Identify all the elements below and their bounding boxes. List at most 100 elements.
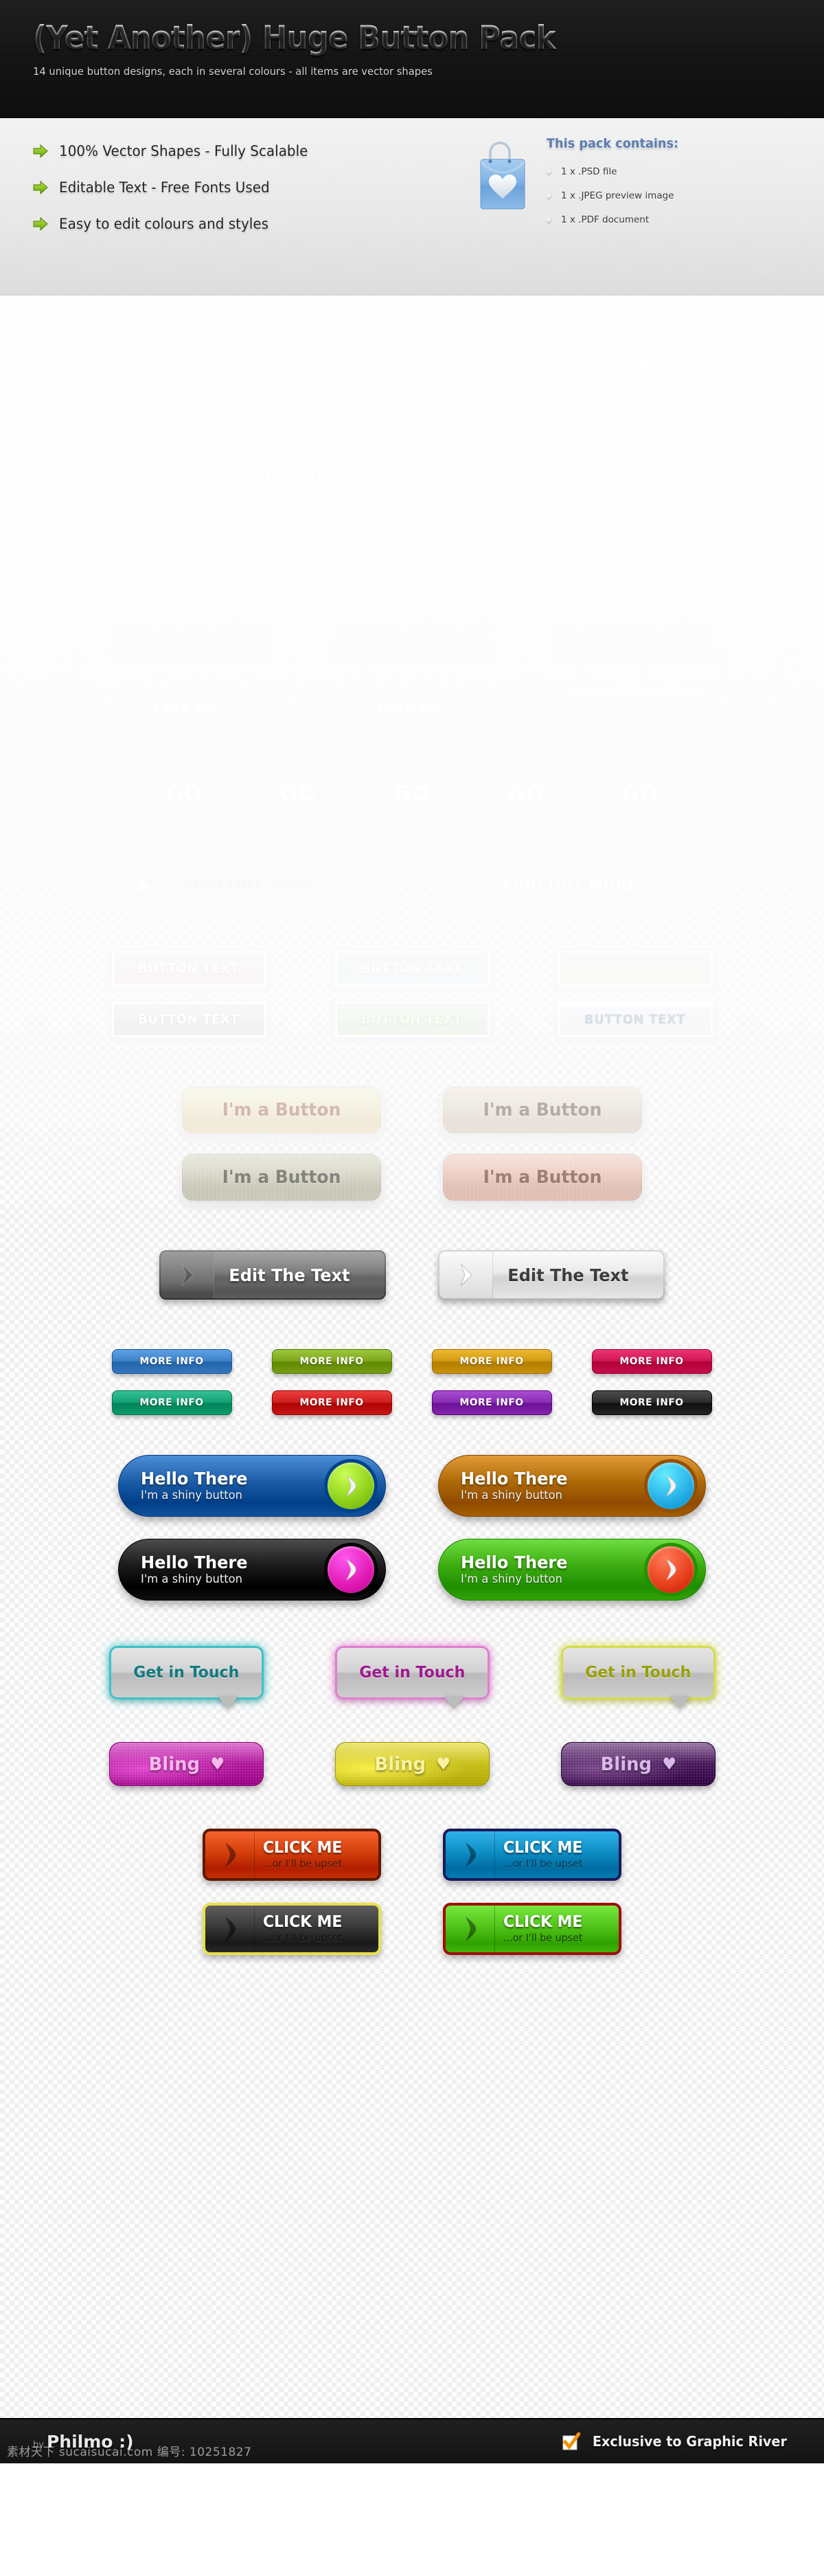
download-button-navy[interactable]: DOWNLOAD Get the latest version	[118, 444, 386, 518]
button-label: Button Text	[144, 578, 234, 595]
get-in-touch-row: Get in Touch Get in Touch Get in Touch	[0, 1646, 824, 1709]
get-in-touch-button[interactable]: Get in Touch	[108, 1646, 264, 1709]
wood-button[interactable]: I'm a Button	[0, 295, 824, 1315]
play-triangle-icon	[439, 865, 490, 906]
button-label: Edit The Text	[229, 1265, 350, 1285]
chevron-right-icon	[439, 1252, 493, 1298]
chevron-right-icon	[648, 1462, 694, 1509]
button-text-pill-row-2: Button Text Button Text Button Text	[0, 295, 824, 1315]
download-text-block: DOWNLOAD Get the latest version	[510, 351, 705, 387]
button-text-rect[interactable]: BUTTON TEXT	[0, 295, 824, 1315]
button-label: Bling	[374, 1753, 426, 1775]
download-title: DOWNLOAD	[521, 460, 672, 488]
button-label: MORE INFO	[459, 1397, 525, 1408]
green-arrow-icon	[33, 216, 48, 231]
wood-button[interactable]: I'm a Button	[0, 295, 824, 1315]
chevron-right-icon	[161, 1252, 214, 1298]
click-me-pill[interactable]: Click Me	[334, 691, 490, 727]
click-me-big-button[interactable]: CLICK ME ...or I'll be upset	[0, 295, 824, 1881]
chevron-right-icon	[446, 1906, 495, 1952]
green-arrow-icon	[33, 180, 48, 195]
edit-the-text-row: Edit The Text Edit The Text	[0, 1250, 824, 1300]
more-info-button[interactable]: MORE INFO	[0, 295, 824, 1374]
click-me-big-button[interactable]: CLICK ME ...or I'll be upset	[0, 295, 824, 1881]
bullet-icon	[547, 217, 551, 223]
download-subtitle: Get the latest version	[201, 377, 299, 388]
button-label: Click Me	[376, 701, 442, 717]
button-label: Button Text	[367, 578, 457, 595]
button-text-pill[interactable]: Button Text	[0, 295, 824, 1315]
hello-there-button[interactable]: Hello There I'm a shiny button	[438, 1455, 706, 1517]
download-text-block: DOWNLOAD Get the latest version	[190, 351, 385, 388]
click-me-title: CLICK ME	[503, 1838, 583, 1857]
button-label: GO	[507, 782, 545, 806]
wood-button[interactable]: I'm a Button	[0, 295, 824, 1315]
go-circle-button[interactable]: GO	[380, 762, 444, 826]
click-me-big-text: CLICK ME ...or I'll be upset	[255, 1914, 378, 1944]
button-label: BUTTON TEXT	[361, 961, 463, 976]
download-subtitle: Get the latest version	[521, 488, 619, 499]
pack-item-label: 1 x .JPEG preview image	[561, 190, 674, 201]
click-me-pill[interactable]: Click Me	[111, 691, 266, 727]
download-row-2: DOWNLOAD Get the latest version DOWNLOAD…	[0, 444, 824, 518]
more-info-button[interactable]: MORE INFO	[0, 295, 824, 1374]
button-label: BUTTON TEXT	[584, 1012, 686, 1027]
go-circle-button[interactable]: GO	[608, 762, 672, 826]
button-text-pill[interactable]: Button Text	[0, 295, 824, 1315]
button-label: MORE INFO	[299, 1356, 365, 1367]
hello-there-subtitle: I'm a shiny button	[461, 1489, 562, 1503]
exclusive-badge: Exclusive to Graphic River	[554, 2432, 791, 2450]
go-circle-button[interactable]: GO	[494, 762, 558, 826]
click-me-big-button[interactable]: CLICK ME ...or I'll be upset	[0, 295, 824, 1955]
more-info-button[interactable]: MORE INFO	[0, 295, 824, 1374]
button-text-rect[interactable]: BUTTON TEXT	[0, 295, 824, 1315]
button-label: MORE INFO	[619, 1397, 685, 1408]
more-info-button[interactable]: MORE INFO	[0, 295, 824, 1374]
go-circle-button[interactable]: GO	[266, 762, 330, 826]
button-text-rect[interactable]: BUTTON TEXT	[0, 295, 824, 1315]
button-text-pill[interactable]: Button Text	[0, 295, 824, 1315]
click-me-pill-row: Click Me Click Me Click Me	[0, 691, 824, 727]
hello-there-row-1: Hello There I'm a shiny button Hello The…	[0, 1455, 824, 1517]
hello-there-button[interactable]: Hello There I'm a shiny button	[438, 1539, 706, 1601]
more-info-button[interactable]: MORE INFO	[0, 295, 824, 1415]
more-info-button[interactable]: MORE INFO	[0, 295, 824, 1415]
bling-button[interactable]: Bling ♥	[108, 1742, 264, 1786]
button-text-pill[interactable]: Button Text	[0, 295, 824, 1315]
download-subtitle: Get the latest version	[201, 488, 299, 499]
click-me-big-button[interactable]: CLICK ME ...or I'll be upset	[0, 295, 824, 1955]
get-in-touch-button[interactable]: Get in Touch	[334, 1646, 490, 1709]
go-circle-button[interactable]: GO	[152, 762, 216, 826]
get-in-touch-button[interactable]: Get in Touch	[560, 1646, 716, 1709]
more-info-row-1: MORE INFO MORE INFO MORE INFO MORE INFO	[0, 295, 824, 1374]
hello-there-button[interactable]: Hello There I'm a shiny button	[118, 1539, 386, 1601]
click-me-subtitle: ...or I'll be upset	[503, 1857, 583, 1871]
more-info-button[interactable]: MORE INFO	[0, 295, 824, 1415]
download-title: DOWNLOAD	[201, 460, 352, 488]
button-text-pill[interactable]: Button Text	[0, 295, 824, 1315]
edit-the-text-light[interactable]: Edit The Text	[438, 1250, 665, 1300]
download-button-light[interactable]: DOWNLOAD Get the latest version	[118, 332, 386, 407]
bling-button[interactable]: Bling ♥	[560, 1742, 716, 1786]
find-out-more-dark[interactable]: FIND OUT MORE	[0, 295, 824, 1315]
pack-list-item: 1 x .PDF document	[547, 214, 689, 225]
button-text-pill[interactable]: Button Text	[0, 295, 824, 1315]
bling-button[interactable]: Bling ♥	[334, 1742, 490, 1786]
wood-button[interactable]: I'm a Button	[0, 295, 824, 1315]
more-info-button[interactable]: MORE INFO	[0, 295, 824, 1415]
button-label: Click Me	[153, 701, 219, 717]
find-out-more-light[interactable]: FIND OUT MORE	[0, 295, 824, 1315]
bullet-icon	[547, 193, 551, 199]
hello-there-button[interactable]: Hello There I'm a shiny button	[118, 1455, 386, 1517]
button-label: BUTTON TEXT	[138, 1012, 240, 1027]
button-text-rect[interactable]: BUTTON TEXT	[0, 295, 824, 1315]
download-button-dark[interactable]: DOWNLOAD Get the latest version	[438, 332, 706, 407]
edit-the-text-dark[interactable]: Edit The Text	[159, 1250, 386, 1300]
button-text-rect[interactable]: BUTTON TEXT	[0, 295, 824, 1315]
author-name: Philmo :)	[46, 2431, 134, 2452]
button-text-rect[interactable]: BUTTON TEXT	[0, 295, 824, 1315]
download-button-red[interactable]: DOWNLOAD Get the latest version	[438, 444, 706, 518]
heart-icon: ♥	[209, 1754, 225, 1774]
click-me-title: CLICK ME	[263, 1838, 343, 1857]
click-me-pill[interactable]: Click Me	[558, 691, 713, 727]
